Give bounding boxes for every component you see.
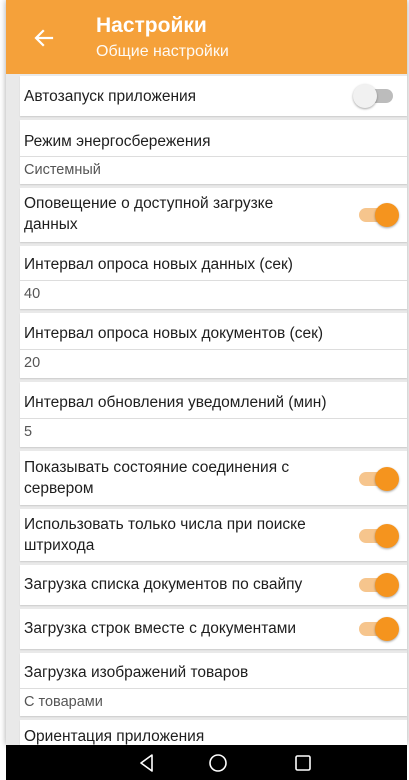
setting-label: Интервал опроса новых документов (сек) (24, 325, 324, 342)
setting-label: Загрузка изображений товаров (24, 664, 249, 681)
arrow-left-icon[interactable] (32, 26, 56, 50)
setting-show-connection[interactable]: Показывать состояние соединения с сервер… (20, 451, 407, 505)
toggle-thumb (375, 617, 399, 641)
setting-poll-docs[interactable]: Интервал опроса новых документов (сек) 2… (20, 313, 407, 378)
setting-label: Режим энергосбережения (24, 133, 211, 150)
setting-label: Использовать только числа при поиске штр… (24, 516, 306, 554)
phone-screen: Настройки Общие настройки Автозапуск при… (6, 0, 407, 745)
divider (20, 156, 407, 157)
divider (20, 280, 407, 281)
page-title: Настройки (96, 14, 207, 37)
swipe-load-toggle[interactable] (359, 573, 399, 597)
app-bar: Настройки Общие настройки (6, 0, 407, 74)
settings-list: Автозапуск приложения Режим энергосбереж… (20, 76, 407, 745)
toggle-thumb (375, 467, 399, 491)
setting-label: Интервал опроса новых данных (сек) (24, 256, 293, 273)
setting-notify-interval[interactable]: Интервал обновления уведомлений (мин) 5 (20, 382, 407, 447)
autostart-toggle[interactable] (353, 84, 393, 108)
app-frame: Настройки Общие настройки Автозапуск при… (0, 0, 409, 780)
download-notify-toggle[interactable] (359, 203, 399, 227)
setting-label: Показывать состояние соединения с сервер… (24, 459, 290, 497)
setting-label: Интервал обновления уведомлений (мин) (24, 394, 327, 411)
setting-label: Загрузка строк вместе с документами (24, 620, 297, 637)
circle-home-icon[interactable] (207, 752, 229, 774)
setting-label: Загрузка списка документов по свайпу (24, 576, 303, 593)
setting-value: Системный (24, 162, 101, 178)
rows-with-docs-toggle[interactable] (359, 617, 399, 641)
divider (20, 688, 407, 689)
square-recents-icon[interactable] (292, 752, 314, 774)
setting-value: 20 (24, 355, 41, 371)
setting-label: Оповещение о доступной загрузке данных (24, 195, 274, 233)
triangle-back-icon[interactable] (136, 752, 158, 774)
setting-images-load[interactable]: Загрузка изображений товаров С товарами (20, 653, 407, 716)
page-subtitle: Общие настройки (96, 43, 229, 60)
setting-power-mode[interactable]: Режим энергосбережения Системный (20, 120, 407, 184)
setting-value: 40 (24, 286, 41, 302)
show-connection-toggle[interactable] (359, 467, 399, 491)
setting-poll-data[interactable]: Интервал опроса новых данных (сек) 40 (20, 246, 407, 309)
setting-swipe-load[interactable]: Загрузка списка документов по свайпу (20, 565, 407, 605)
toggle-thumb (353, 84, 377, 108)
toggle-thumb (375, 524, 399, 548)
setting-label: Автозапуск приложения (24, 88, 197, 105)
setting-rows-with-docs[interactable]: Загрузка строк вместе с документами (20, 609, 407, 649)
setting-download-notify[interactable]: Оповещение о доступной загрузке данных (20, 188, 407, 242)
toggle-thumb (375, 203, 399, 227)
setting-value: С товарами (24, 694, 103, 710)
setting-numbers-only[interactable]: Использовать только числа при поиске штр… (20, 509, 407, 561)
setting-label: Ориентация приложения (24, 728, 205, 745)
numbers-only-toggle[interactable] (359, 524, 399, 548)
setting-autostart[interactable]: Автозапуск приложения (20, 76, 407, 116)
divider (20, 418, 407, 419)
divider (20, 349, 407, 350)
setting-orientation[interactable]: Ориентация приложения (20, 720, 407, 745)
setting-value: 5 (24, 424, 33, 440)
system-nav-bar (6, 745, 407, 780)
toggle-thumb (375, 573, 399, 597)
